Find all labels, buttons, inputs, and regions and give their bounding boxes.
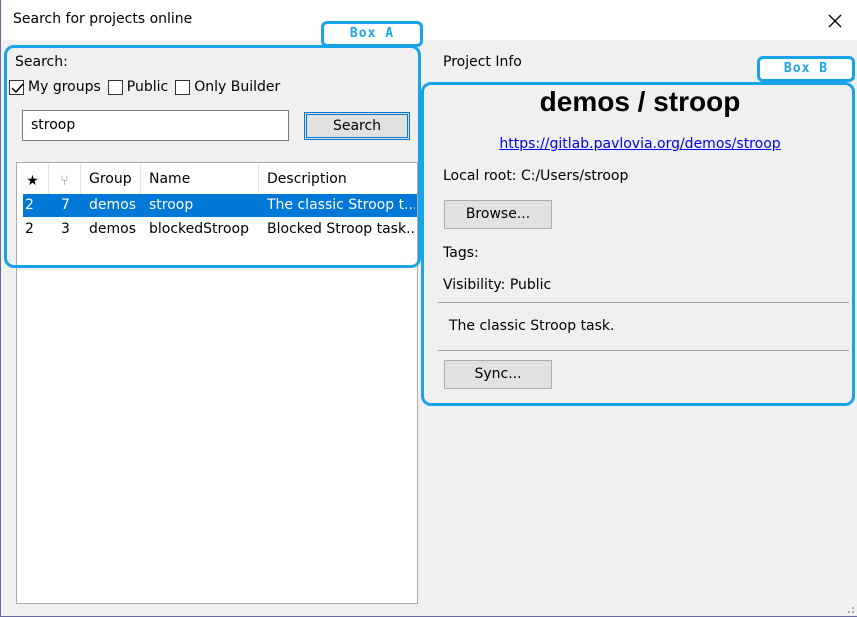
box-b-highlight bbox=[421, 82, 855, 406]
dialog-window: Search for projects online Search: My gr… bbox=[0, 0, 857, 617]
resize-grip-icon[interactable] bbox=[845, 604, 855, 614]
project-info-label: Project Info bbox=[443, 54, 522, 70]
box-a-highlight bbox=[4, 45, 421, 268]
window-title: Search for projects online bbox=[13, 11, 193, 27]
title-bar: Search for projects online bbox=[2, 0, 857, 40]
close-icon bbox=[828, 14, 842, 28]
box-a-label: Box A bbox=[321, 21, 423, 47]
box-b-label: Box B bbox=[757, 56, 855, 82]
close-button[interactable] bbox=[822, 6, 848, 34]
